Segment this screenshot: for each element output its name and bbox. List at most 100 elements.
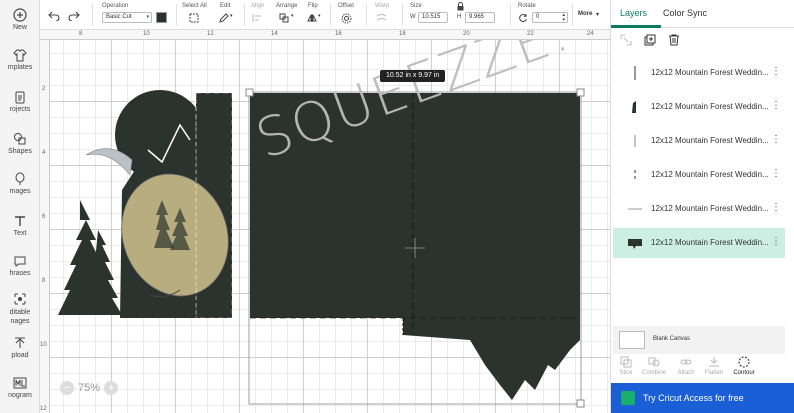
more-options-icon[interactable]: ⋮ [771, 66, 781, 77]
nav-new[interactable]: New [0, 4, 40, 44]
nav-shapes[interactable]: Shapes [0, 128, 40, 168]
operation-color-swatch[interactable] [156, 12, 167, 23]
toolbar-divider [92, 4, 93, 26]
ungroup-icon[interactable] [619, 33, 633, 47]
redo-icon[interactable] [68, 9, 80, 21]
size-group: Size W 10.515 H 9.965 [406, 0, 506, 30]
dimension-tag: 10.52 in x 9.97 in [380, 70, 446, 82]
layer-item[interactable]: 12x12 Mountain Forest Weddin... ⋮ [613, 194, 785, 224]
nav-images[interactable]: mages [0, 168, 40, 208]
nav-monogram[interactable]: nogram [0, 372, 40, 412]
more-options-icon[interactable]: ⋮ [771, 168, 781, 179]
resize-handle[interactable] [576, 399, 585, 408]
blank-canvas-swatch[interactable] [619, 331, 645, 349]
stepper-icon: ▴ ▾ [562, 12, 565, 23]
blank-canvas-row[interactable]: Blank Canvas [613, 326, 785, 354]
nav-editable-images-label: ditable nages [9, 309, 31, 325]
rotate-value: 0 [536, 14, 540, 20]
nav-templates[interactable]: mplates [0, 44, 40, 84]
warp-label: Warp [375, 3, 390, 9]
operation-select[interactable]: Basic Cut ▾ [102, 12, 152, 23]
toolbar-divider [244, 4, 245, 26]
combine-button[interactable]: Combine [639, 356, 669, 376]
layer-item[interactable]: 12x12 Mountain Forest Weddin... ⋮ [613, 92, 785, 122]
select-all-label: Select All [182, 3, 207, 9]
slice-icon [620, 356, 632, 368]
ruler-tick: 2 [42, 86, 46, 92]
arrange-label: Arrange [276, 3, 298, 9]
tab-color-sync[interactable]: Color Sync [663, 8, 707, 18]
more-options-icon[interactable]: ⋮ [771, 202, 781, 213]
chevron-down-icon: ▾ [146, 14, 149, 20]
resize-handle[interactable] [576, 88, 585, 97]
nav-upload[interactable]: pload [0, 332, 40, 372]
rotate-input[interactable]: 0 ▴ ▾ [532, 12, 568, 23]
more-options-icon[interactable]: ⋮ [771, 236, 781, 247]
width-label: W [410, 14, 416, 20]
align-group[interactable]: Align [248, 0, 276, 30]
edit-group[interactable]: Edit ▾ [216, 0, 240, 30]
nav-editable-images[interactable]: ditable nages [0, 288, 40, 328]
layer-actions: Slice Combine Attach Flatten Contour [611, 356, 794, 382]
undo-icon[interactable] [48, 9, 60, 21]
toolbar-divider [510, 4, 511, 26]
layer-thumbnail [634, 135, 636, 147]
ruler-tick: 24 [587, 31, 594, 37]
layer-name: 12x12 Mountain Forest Weddin... [651, 238, 769, 247]
layer-item[interactable]: 12x12 Mountain Forest Weddin... ⋮ [613, 160, 785, 190]
tab-layers[interactable]: Layers [620, 8, 647, 18]
more-button[interactable]: More ▾ [576, 0, 608, 30]
nav-projects[interactable]: rojects [0, 86, 40, 126]
resize-handle[interactable] [245, 88, 254, 97]
nav-templates-label: mplates [7, 64, 33, 71]
edit-label: Edit [220, 3, 231, 9]
align-label: Align [251, 3, 265, 9]
trash-icon[interactable] [667, 33, 681, 47]
offset-group[interactable]: Offset [336, 0, 364, 30]
ruler-vertical: 2 4 6 8 10 12 [40, 40, 50, 413]
ruler-tick: 18 [399, 31, 406, 37]
warp-group[interactable]: Warp [370, 0, 398, 30]
balloon-icon [15, 172, 25, 185]
attach-button[interactable]: Attach [671, 356, 701, 376]
nav-phrases[interactable]: hrases [0, 250, 40, 290]
lock-icon[interactable] [457, 2, 464, 11]
width-input[interactable]: 10.515 [418, 12, 448, 23]
more-options-icon[interactable]: ⋮ [771, 134, 781, 145]
height-input[interactable]: 9.965 [465, 12, 495, 23]
zoom-in-button[interactable]: + [104, 381, 119, 395]
flatten-button[interactable]: Flatten [699, 356, 729, 376]
layer-thumbnail [634, 170, 636, 179]
ruler-tick: 16 [335, 31, 342, 37]
arrange-group[interactable]: Arrange ▾ [276, 0, 308, 30]
layer-thumbnail [628, 208, 642, 210]
combine-icon [648, 357, 660, 367]
chevron-down-icon: ▾ [230, 13, 233, 19]
ruler-tick: 10 [40, 342, 47, 348]
ruler-tick: 20 [463, 31, 470, 37]
nav-projects-label: rojects [9, 106, 31, 113]
layer-item[interactable]: 12x12 Mountain Forest Weddin... ⋮ [613, 58, 785, 88]
contour-button[interactable]: Contour [729, 356, 759, 376]
design-canvas[interactable]: SQUEEZZE. 10.52 in x 9.97 in − 75% + [50, 40, 610, 413]
toolbar-divider [572, 4, 573, 26]
layer-name: 12x12 Mountain Forest Weddin... [651, 68, 769, 77]
zoom-out-button[interactable]: − [60, 381, 74, 395]
editable-image-icon [14, 293, 26, 305]
plus-circle-icon [13, 8, 27, 22]
nav-text[interactable]: Text [0, 210, 40, 250]
slice-button[interactable]: Slice [611, 356, 641, 376]
zoom-level: 75% [78, 382, 101, 394]
arrange-icon [279, 13, 289, 23]
select-all-group[interactable]: Select All [180, 0, 214, 30]
layer-item-selected[interactable]: 12x12 Mountain Forest Weddin... ⋮ [613, 228, 785, 258]
width-value: 10.515 [422, 14, 441, 20]
mountain-forest-design[interactable] [50, 90, 245, 319]
attach-icon [680, 359, 692, 365]
duplicate-icon[interactable] [643, 33, 657, 47]
nav-monogram-label: nogram [8, 392, 32, 399]
layer-item[interactable]: 12x12 Mountain Forest Weddin... ⋮ [613, 126, 785, 156]
more-options-icon[interactable]: ⋮ [771, 100, 781, 111]
cricut-access-banner[interactable]: Try Cricut Access for free [611, 383, 794, 413]
operation-group: Operation Basic Cut ▾ [98, 0, 178, 30]
